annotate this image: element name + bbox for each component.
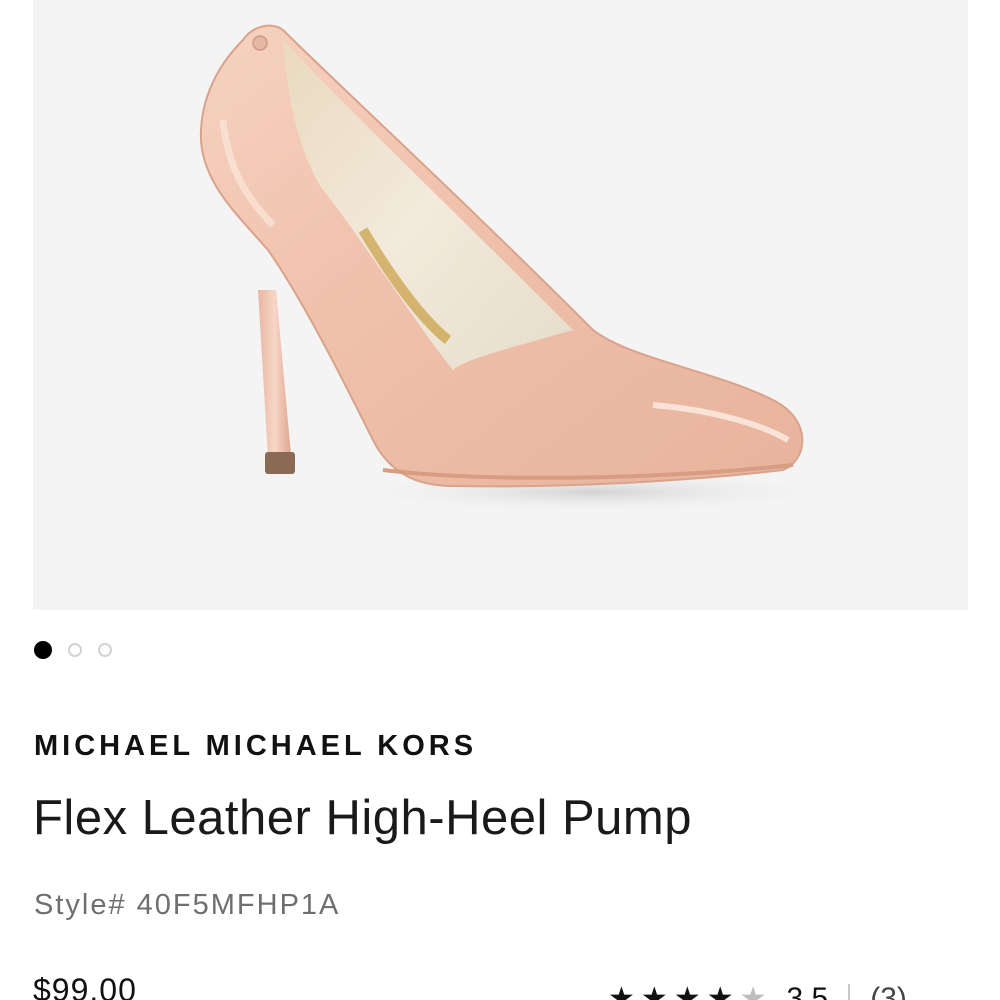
star-icon: ★ [640,982,668,1000]
half-star-icon: ★ [739,982,767,1000]
style-number: Style# 40F5MFHP1A [34,889,340,922]
style-value: 40F5MFHP1A [136,889,341,921]
shoe-heel [258,290,291,458]
carousel-dot-2[interactable] [68,643,82,657]
star-icon: ★ [673,982,701,1000]
rating-divider [848,984,851,1000]
product-detail-page: MICHAEL MICHAEL KORS Flex Leather High-H… [0,0,1000,1000]
product-rating[interactable]: ★ ★ ★ ★ ★ 3.5 (3) [608,982,907,1000]
carousel-dot-1[interactable] [34,641,52,659]
rating-value: 3.5 [786,982,829,1000]
product-price: $99.00 [33,972,137,1000]
pump-shoe-image [199,24,843,514]
product-title: Flex Leather High-Heel Pump [33,791,692,845]
logo-charm [252,35,268,51]
star-icon: ★ [706,982,734,1000]
image-carousel-dots [34,640,112,660]
style-label: Style# [34,889,127,921]
star-icon: ★ [608,982,635,1000]
brand-name[interactable]: MICHAEL MICHAEL KORS [34,730,477,763]
carousel-dot-3[interactable] [98,643,112,657]
heel-tip [265,452,295,474]
product-image[interactable] [33,0,968,610]
review-count[interactable]: (3) [870,982,907,1000]
